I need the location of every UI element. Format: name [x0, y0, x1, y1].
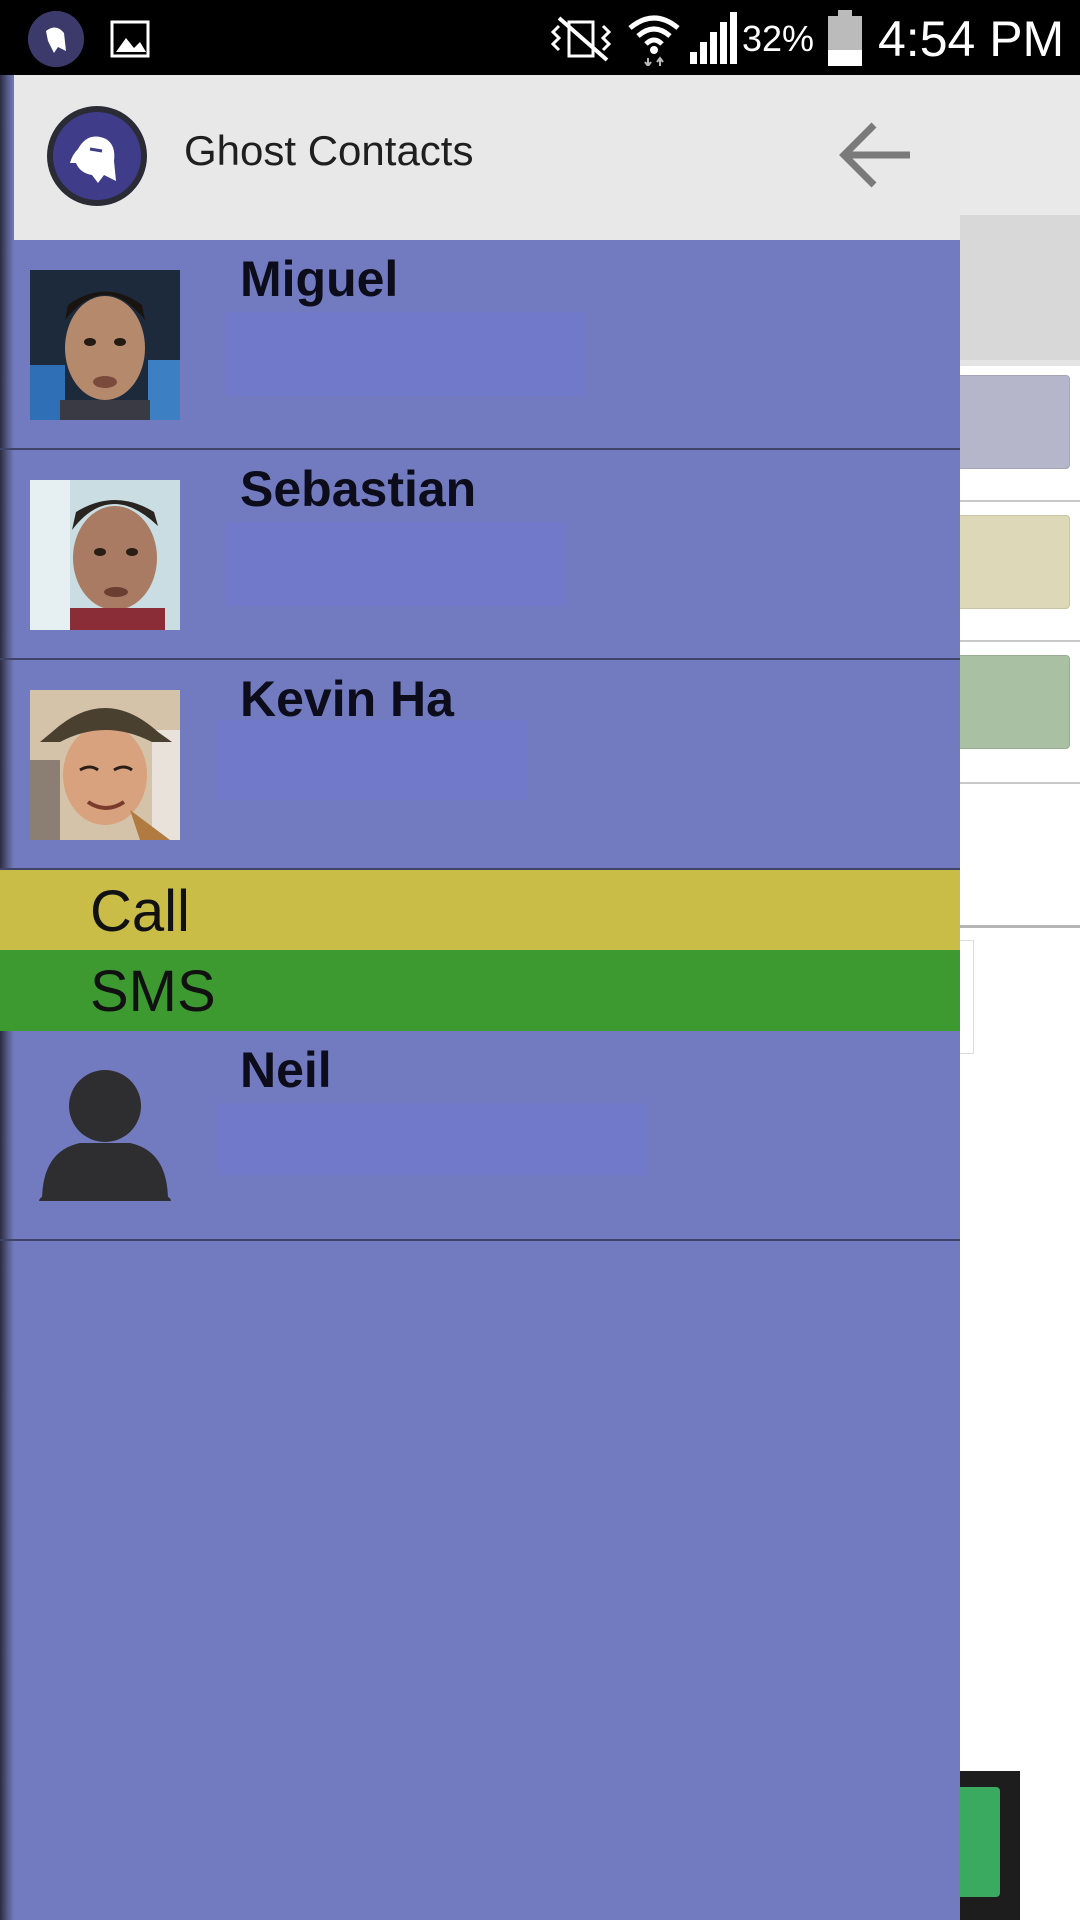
wifi-icon	[628, 15, 680, 66]
background-divider	[940, 925, 1080, 928]
call-label: Call	[90, 879, 190, 944]
signal-icon	[690, 12, 737, 64]
battery-percent: 32%	[742, 18, 815, 59]
redacted-phone-number	[218, 1103, 648, 1175]
drawer-title: Ghost Contacts	[184, 127, 474, 174]
contact-photo	[30, 270, 180, 420]
contact-name: Miguel	[240, 251, 399, 307]
background-header	[940, 75, 1080, 215]
back-arrow-icon[interactable]	[834, 117, 914, 193]
background-divider	[940, 500, 1080, 502]
contact-row-sebastian[interactable]: Sebastian	[0, 450, 960, 660]
contact-name: Neil	[240, 1042, 332, 1098]
call-button[interactable]: Call	[0, 870, 960, 951]
redacted-phone-number	[218, 720, 528, 800]
clock-time: 4:54 PM	[878, 11, 1065, 67]
contact-row-miguel[interactable]: Miguel	[0, 240, 960, 450]
battery-icon	[828, 10, 862, 66]
gallery-icon	[110, 20, 150, 58]
ghost-app-icon	[28, 11, 84, 67]
default-avatar-icon	[39, 1070, 171, 1201]
contact-photo	[30, 480, 180, 630]
ghost-logo-icon	[47, 106, 147, 206]
contact-row-kevin-ha[interactable]: Kevin Ha	[0, 660, 960, 870]
status-bar: 32% 4:54 PM	[0, 0, 1080, 75]
background-subheader	[940, 215, 1080, 366]
contact-row-neil[interactable]: Neil	[0, 1031, 960, 1241]
contact-name: Sebastian	[240, 461, 477, 517]
redacted-phone-number	[225, 522, 565, 606]
background-divider	[940, 640, 1080, 642]
sms-label: SMS	[90, 959, 216, 1024]
contact-photo	[30, 690, 180, 840]
redacted-phone-number	[225, 312, 585, 396]
background-divider	[940, 782, 1080, 784]
sms-button[interactable]: SMS	[0, 950, 960, 1031]
mute-vibrate-icon	[550, 16, 612, 62]
drawer-header: Ghost Contacts	[14, 75, 960, 240]
contacts-drawer: Ghost Contacts Miguel Sebastian Kevin Ha…	[0, 75, 960, 1920]
